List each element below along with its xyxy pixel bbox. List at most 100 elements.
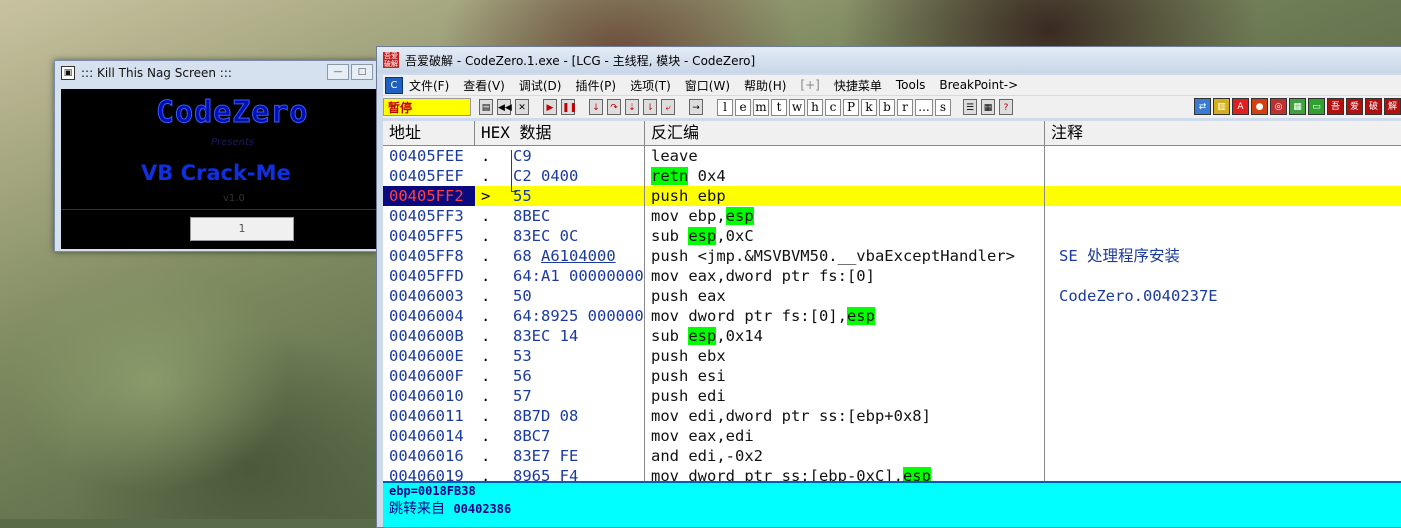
handles-button[interactable]: h xyxy=(807,98,823,116)
instruction-hex: 50 xyxy=(503,286,645,306)
menu-help[interactable]: 帮助(H) xyxy=(744,77,786,94)
menu-window[interactable]: 窗口(W) xyxy=(685,77,730,94)
window-icon[interactable]: ▭ xyxy=(1308,98,1325,115)
menu-tools[interactable]: Tools xyxy=(896,78,926,92)
trace-into-icon[interactable]: ⇣ xyxy=(625,99,639,115)
jump-from-address: 00402386 xyxy=(453,502,512,516)
minimize-icon[interactable]: — xyxy=(327,64,349,80)
open-icon[interactable]: ▤ xyxy=(479,99,493,115)
instruction-row[interactable]: 00405FEF. C2 0400 retn 0x4 xyxy=(383,166,1401,186)
menu-expand[interactable]: [+] xyxy=(800,78,819,92)
menu-file[interactable]: 文件(F) xyxy=(409,77,449,94)
instruction-comment xyxy=(1045,326,1401,346)
instruction-row[interactable]: 00406004. 64:8925 00000000mov dword ptr f… xyxy=(383,306,1401,326)
step-into-icon[interactable]: ↓ xyxy=(589,99,603,115)
plugin-icon-a[interactable]: A xyxy=(1232,98,1249,115)
app-icon: ▣ xyxy=(61,66,75,80)
menu-bar: C 文件(F) 查看(V) 调试(D) 插件(P) 选项(T) 窗口(W) 帮助… xyxy=(383,75,1401,95)
breakpoints-button[interactable]: b xyxy=(879,98,895,116)
call-stack-button[interactable]: k xyxy=(861,98,877,116)
instruction-marker: . xyxy=(481,307,491,325)
instruction-hex: 68 A6104000 xyxy=(503,246,645,266)
instruction-row[interactable]: 00406010. 57 push edi xyxy=(383,386,1401,406)
instruction-comment xyxy=(1045,226,1401,246)
instruction-row[interactable]: 0040600E. 53 push ebx xyxy=(383,346,1401,366)
threads-button[interactable]: t xyxy=(771,98,787,116)
menu-view[interactable]: 查看(V) xyxy=(463,77,505,94)
instruction-row[interactable]: 00406011. 8B7D 08 mov edi,dword ptr ss:[eb… xyxy=(383,406,1401,426)
menu-options[interactable]: 选项(T) xyxy=(630,77,671,94)
app-icon: 吾爱 破解 xyxy=(383,52,399,68)
menu-shortcuts[interactable]: 快捷菜单 xyxy=(834,77,882,94)
instruction-marker: . xyxy=(481,247,491,265)
ai-icon[interactable]: 爱 xyxy=(1346,98,1363,115)
instruction-list[interactable]: 00405FEE. C9 leave 00405FEF. C2 0400 retn 0x4… xyxy=(383,146,1401,482)
instruction-marker: . xyxy=(481,447,491,465)
col-hex[interactable]: HEX 数据 xyxy=(475,121,645,145)
refresh-icon[interactable]: ⇄ xyxy=(1194,98,1211,115)
instruction-row[interactable]: 0040600B. 83EC 14 sub esp,0x14 xyxy=(383,326,1401,346)
run-icon[interactable]: ▶ xyxy=(543,99,557,115)
jie-icon[interactable]: 解 xyxy=(1384,98,1401,115)
grid-icon[interactable]: ▦ xyxy=(1289,98,1306,115)
patches-button[interactable]: P xyxy=(843,98,859,116)
help-icon[interactable]: ? xyxy=(999,99,1013,115)
col-comment[interactable]: 注释 xyxy=(1045,121,1401,145)
instruction-hex: 8BC7 xyxy=(503,426,645,446)
instruction-row[interactable]: 00405FEE. C9 leave xyxy=(383,146,1401,166)
list-icon[interactable]: ☰ xyxy=(963,99,977,115)
nag-window[interactable]: ▣ ::: Kill This Nag Screen ::: — □ CodeZ… xyxy=(54,60,378,252)
disassembly-pane[interactable]: 地址 HEX 数据 反汇编 注释 00405FEE. C9 leave 00405FE… xyxy=(383,121,1401,482)
trace-over-icon[interactable]: ⇂ xyxy=(643,99,657,115)
menu-debug[interactable]: 调试(D) xyxy=(519,77,562,94)
plugin-icons: ⇄ ▥ A ● ◎ ▦ ▭ 吾 爱 破 解 xyxy=(1192,98,1401,115)
goto-icon[interactable]: → xyxy=(689,99,703,115)
target-icon[interactable]: ◎ xyxy=(1270,98,1287,115)
col-address[interactable]: 地址 xyxy=(383,121,475,145)
cpu-window-icon[interactable]: C xyxy=(385,76,403,94)
run-trace-button[interactable]: ... xyxy=(915,98,933,116)
record-icon[interactable]: ● xyxy=(1251,98,1268,115)
maximize-icon[interactable]: □ xyxy=(351,64,373,80)
instruction-row[interactable]: 0040600F. 56 push esi xyxy=(383,366,1401,386)
close-icon[interactable]: ✕ xyxy=(515,99,529,115)
po-icon[interactable]: 破 xyxy=(1365,98,1382,115)
source-button[interactable]: s xyxy=(935,98,951,116)
instruction-row[interactable]: 00406016. 83E7 FE and edi,-0x2 xyxy=(383,446,1401,466)
debugger-window[interactable]: 吾爱 破解 吾爱破解 - CodeZero.1.exe - [LCG - 主线程,… xyxy=(376,46,1401,528)
pause-icon[interactable]: ❚❚ xyxy=(561,99,577,115)
options-icon[interactable]: ▦ xyxy=(981,99,995,115)
instruction-marker: . xyxy=(481,207,491,225)
windows-button[interactable]: w xyxy=(789,98,805,116)
instruction-row[interactable]: 00405FF3. 8BEC mov ebp,esp xyxy=(383,206,1401,226)
plugin-icon-1[interactable]: ▥ xyxy=(1213,98,1230,115)
instruction-row[interactable]: 00405FF8. 68 A6104000 push <jmp.&MSVBVM50.… xyxy=(383,246,1401,266)
instruction-comment xyxy=(1045,366,1401,386)
instruction-row[interactable]: 00406019. 8965 F4 mov dword ptr ss:[ebp-0x… xyxy=(383,466,1401,482)
instruction-hex: 8B7D 08 xyxy=(503,406,645,426)
highlighted-register: esp xyxy=(688,227,717,245)
debugger-titlebar[interactable]: 吾爱 破解 吾爱破解 - CodeZero.1.exe - [LCG - 主线程,… xyxy=(377,47,1401,73)
rewind-icon[interactable]: ◀◀ xyxy=(497,99,512,115)
memory-button[interactable]: m xyxy=(753,98,769,116)
instruction-hex: 8965 F4 xyxy=(503,466,645,482)
executables-button[interactable]: e xyxy=(735,98,751,116)
menu-plugins[interactable]: 插件(P) xyxy=(575,77,616,94)
current-instruction-row[interactable]: 00405FF2 >55 push ebp xyxy=(383,186,1401,206)
instruction-comment xyxy=(1045,206,1401,226)
log-button[interactable]: l xyxy=(717,98,733,116)
instruction-row[interactable]: 00406014. 8BC7 mov eax,edi xyxy=(383,426,1401,446)
references-button[interactable]: r xyxy=(897,98,913,116)
instruction-row[interactable]: 00406003. 50 push eax CodeZero.0040237E xyxy=(383,286,1401,306)
wu-icon[interactable]: 吾 xyxy=(1327,98,1344,115)
register-info: ebp=0018FB38 xyxy=(389,484,476,498)
step-over-icon[interactable]: ↷ xyxy=(607,99,621,115)
instruction-address: 00405FF5 xyxy=(389,227,464,245)
cpu-button[interactable]: c xyxy=(825,98,841,116)
instruction-row[interactable]: 00405FF5. 83EC 0C sub esp,0xC xyxy=(383,226,1401,246)
col-disasm[interactable]: 反汇编 xyxy=(645,121,1045,145)
nag-button[interactable]: 1 xyxy=(190,217,294,241)
menu-breakpoint[interactable]: BreakPoint-> xyxy=(939,78,1018,92)
execute-till-return-icon[interactable]: ⤶ xyxy=(661,99,675,115)
instruction-row[interactable]: 00405FFD. 64:A1 00000000 mov eax,dword ptr… xyxy=(383,266,1401,286)
